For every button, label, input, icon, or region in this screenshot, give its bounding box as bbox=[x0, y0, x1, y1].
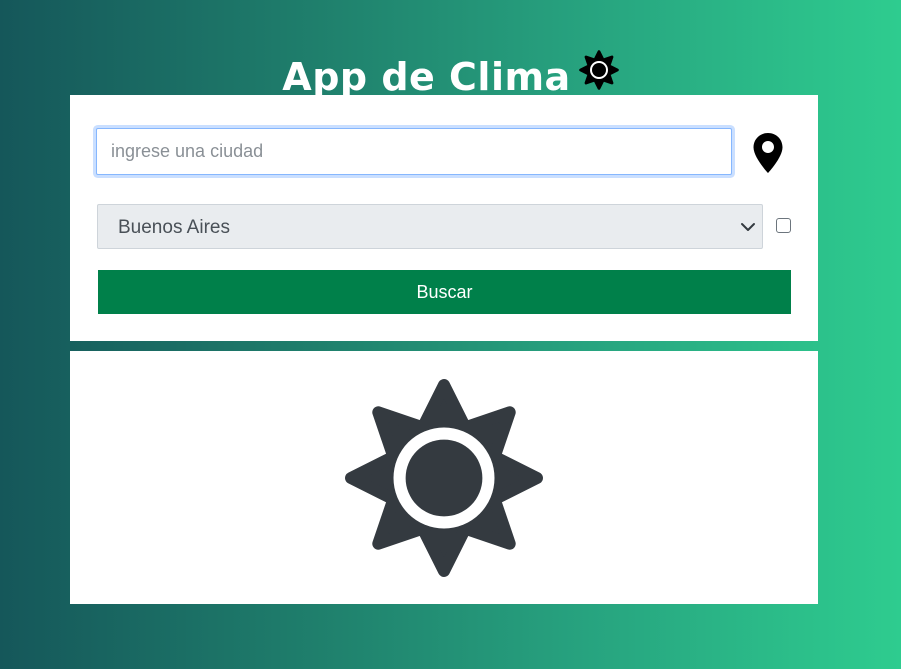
sun-icon bbox=[343, 377, 545, 579]
search-button[interactable]: Buscar bbox=[98, 270, 791, 314]
city-select[interactable]: Buenos Aires bbox=[97, 204, 763, 249]
map-pin-icon[interactable] bbox=[752, 132, 784, 174]
chevron-down-icon bbox=[740, 219, 756, 235]
option-checkbox[interactable] bbox=[776, 218, 791, 233]
city-search-input[interactable] bbox=[96, 128, 732, 175]
title-text: App de Clima bbox=[282, 55, 571, 100]
city-select-value: Buenos Aires bbox=[118, 217, 230, 238]
